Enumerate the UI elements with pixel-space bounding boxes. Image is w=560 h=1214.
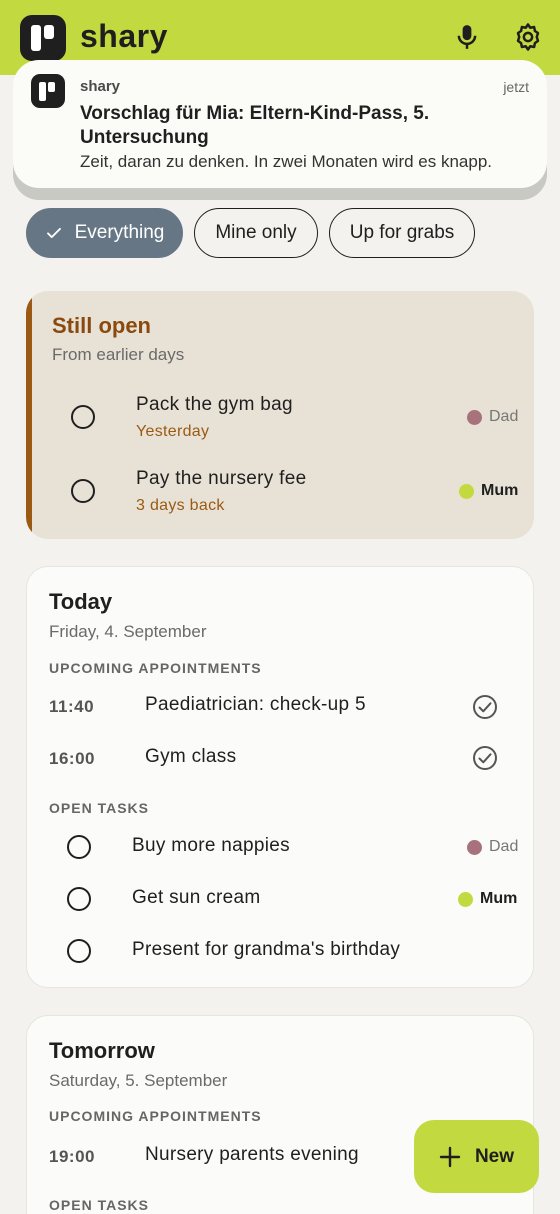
assignee-dot — [467, 839, 482, 855]
plus-icon — [439, 1146, 461, 1168]
appointment-name[interactable]: Paediatrician: check-up 5 — [145, 694, 366, 716]
task-name[interactable]: Get sun cream — [132, 887, 261, 909]
card-subtitle: From earlier days — [52, 345, 185, 364]
appointment-name[interactable]: Gym class — [145, 746, 236, 768]
assignee-dot — [459, 483, 474, 499]
assignee-badge: Dad — [467, 408, 518, 426]
assignee-label: Dad — [489, 838, 519, 855]
task-checkbox[interactable] — [71, 479, 95, 503]
notification[interactable]: shary jetzt Vorschlag für Mia: Eltern-Ki… — [13, 60, 547, 188]
filter-chip-up-for-grabs[interactable]: Up for grabs — [329, 208, 475, 258]
task-name[interactable]: Buy more nappies — [132, 835, 290, 857]
task-due: Yesterday — [136, 423, 210, 440]
notification-body: Zeit, daran zu denken. In zwei Monaten w… — [80, 152, 493, 171]
filter-chip-label: Everything — [74, 222, 165, 243]
filter-chip-everything[interactable]: Everything — [26, 208, 183, 258]
filter-chip-label: Up for grabs — [349, 222, 455, 243]
appointment-time: 11:40 — [49, 697, 95, 716]
notification-time: jetzt — [503, 79, 529, 95]
appointment-time: 16:00 — [49, 749, 95, 768]
assignee-badge: Mum — [459, 482, 518, 500]
task-checkbox[interactable] — [71, 405, 95, 429]
still-open-card: Still open From earlier days Pack the gy… — [26, 291, 534, 539]
appointments-label: UPCOMING APPOINTMENTS — [49, 1108, 262, 1124]
appointment-time: 19:00 — [49, 1147, 95, 1166]
microphone-icon[interactable] — [452, 22, 482, 52]
assignee-label: Mum — [480, 890, 518, 907]
card-date: Saturday, 5. September — [49, 1071, 228, 1090]
task-name[interactable]: Present for grandma's birthday — [132, 939, 400, 961]
assignee-dot — [467, 409, 482, 425]
gear-icon[interactable] — [513, 22, 543, 52]
task-checkbox[interactable] — [67, 887, 91, 911]
card-title: Still open — [52, 313, 151, 338]
app-title: shary — [80, 18, 168, 54]
assignee-badge: Dad — [467, 838, 518, 856]
check-icon — [45, 224, 63, 242]
card-title: Today — [49, 589, 113, 614]
card-title: Tomorrow — [49, 1038, 155, 1063]
task-checkbox[interactable] — [67, 835, 91, 859]
open-tasks-label: OPEN TASKS — [49, 1197, 149, 1213]
today-card: Today Friday, 4. September UPCOMING APPO… — [26, 566, 534, 988]
appointment-name[interactable]: Nursery parents evening — [145, 1144, 359, 1166]
task-name[interactable]: Pay the nursery fee — [136, 468, 306, 490]
notification-app-name: shary — [80, 78, 121, 95]
filter-chip-label: Mine only — [215, 222, 297, 243]
new-button[interactable]: New — [414, 1120, 539, 1193]
overdue-accent-bar — [26, 291, 32, 539]
assignee-label: Mum — [481, 482, 519, 499]
open-tasks-label: OPEN TASKS — [49, 800, 149, 816]
new-button-label: New — [474, 1145, 515, 1167]
app-logo-icon — [20, 15, 66, 61]
check-circle-icon[interactable] — [472, 745, 498, 771]
card-date: Friday, 4. September — [49, 622, 207, 641]
task-name[interactable]: Pack the gym bag — [136, 394, 293, 416]
check-circle-icon[interactable] — [472, 694, 498, 720]
assignee-dot — [458, 891, 473, 907]
notification-title: Vorschlag für Mia: Eltern-Kind-Pass, 5. … — [80, 103, 430, 148]
appointments-label: UPCOMING APPOINTMENTS — [49, 660, 262, 676]
notification-app-icon — [31, 74, 65, 108]
task-due: 3 days back — [136, 497, 225, 514]
assignee-label: Dad — [489, 408, 519, 425]
assignee-badge: Mum — [458, 890, 517, 908]
task-checkbox[interactable] — [67, 939, 91, 963]
filter-chip-mine-only[interactable]: Mine only — [194, 208, 318, 258]
